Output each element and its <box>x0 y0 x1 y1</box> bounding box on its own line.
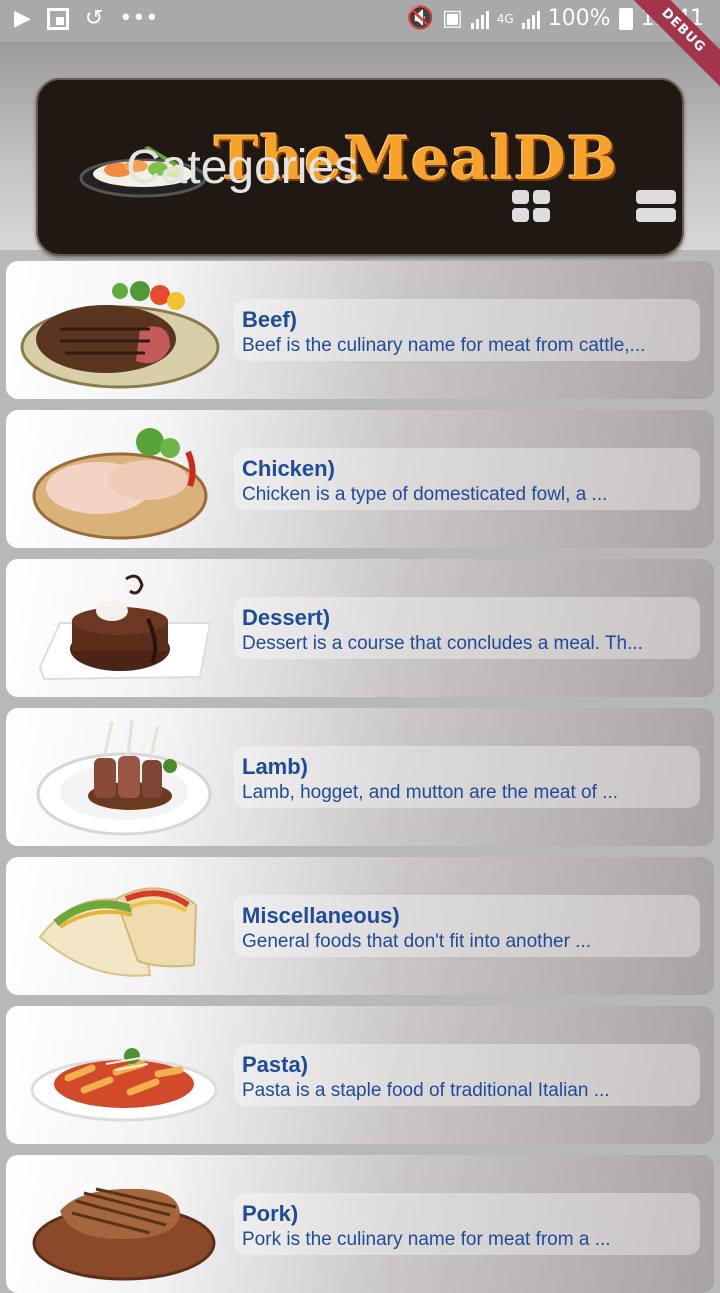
category-card-dessert[interactable]: Dessert) Dessert is a course that conclu… <box>6 559 714 697</box>
category-name: Beef) <box>242 307 298 332</box>
category-name: Pasta) <box>242 1052 309 1077</box>
tacos-image <box>38 887 198 977</box>
category-description: General foods that don't fit into anothe… <box>242 931 592 952</box>
category-name: Dessert) <box>242 605 331 630</box>
chicken-image <box>32 428 208 540</box>
category-name: Miscellaneous) <box>242 903 400 928</box>
category-label-box: Chicken) Chicken is a type of domesticat… <box>234 448 700 510</box>
flipboard-icon <box>46 7 69 30</box>
category-label-box: Miscellaneous) General foods that don't … <box>234 895 700 957</box>
category-description: Chicken is a type of domesticated fowl, … <box>242 484 608 505</box>
category-card-pork[interactable]: Pork) Pork is the culinary name for meat… <box>6 1155 714 1293</box>
network-type: 4G <box>496 11 514 26</box>
category-label-box: Pork) Pork is the culinary name for meat… <box>234 1193 700 1255</box>
status-bar: ▶ ↺ ••• 🔇 ▣ 4G 100% 11:41 DEBUG <box>0 0 720 94</box>
category-description: Dessert is a course that concludes a mea… <box>242 633 643 654</box>
beef-image <box>20 281 220 389</box>
battery-icon <box>618 7 633 30</box>
category-card-chicken[interactable]: Chicken) Chicken is a type of domesticat… <box>6 410 714 548</box>
pasta-image <box>30 1048 218 1122</box>
pork-image <box>32 1187 216 1281</box>
category-card-pasta[interactable]: Pasta) Pasta is a staple food of traditi… <box>6 1006 714 1144</box>
signal-icon <box>470 9 489 29</box>
category-name: Lamb) <box>242 754 308 779</box>
more-notifications-icon: ••• <box>119 6 159 31</box>
category-label-box: Pasta) Pasta is a staple food of traditi… <box>234 1044 700 1106</box>
category-description: Pork is the culinary name for meat from … <box>242 1229 611 1250</box>
category-name: Chicken) <box>242 456 335 481</box>
category-label-box: Dessert) Dessert is a course that conclu… <box>234 597 700 659</box>
category-label-box: Beef) Beef is the culinary name for meat… <box>234 299 700 361</box>
grid-view-icon[interactable] <box>512 190 550 222</box>
category-card-lamb[interactable]: Lamb) Lamb, hogget, and mutton are the m… <box>6 708 714 846</box>
list-view-icon[interactable] <box>636 190 676 222</box>
category-label-box: Lamb) Lamb, hogget, and mutton are the m… <box>234 746 700 808</box>
play-icon: ▶ <box>14 6 31 31</box>
category-card-miscellaneous[interactable]: Miscellaneous) General foods that don't … <box>6 857 714 995</box>
app-bar: TheMealDB Categories <box>0 42 720 256</box>
lamb-image <box>36 719 212 836</box>
category-name: Pork) <box>242 1201 299 1226</box>
category-card-beef[interactable]: Beef) Beef is the culinary name for meat… <box>6 261 714 399</box>
dessert-image <box>38 574 212 681</box>
sim-icon: ▣ <box>441 6 463 31</box>
battery-percent: 100% <box>547 6 611 31</box>
mute-icon: 🔇 <box>406 6 434 31</box>
category-description: Lamb, hogget, and mutton are the meat of… <box>242 782 619 803</box>
hand-icon: ↺ <box>84 6 104 31</box>
page-title: Categories <box>126 141 359 194</box>
signal-icon-2 <box>521 9 540 29</box>
category-description: Pasta is a staple food of traditional It… <box>242 1080 610 1101</box>
category-description: Beef is the culinary name for meat from … <box>242 335 646 356</box>
